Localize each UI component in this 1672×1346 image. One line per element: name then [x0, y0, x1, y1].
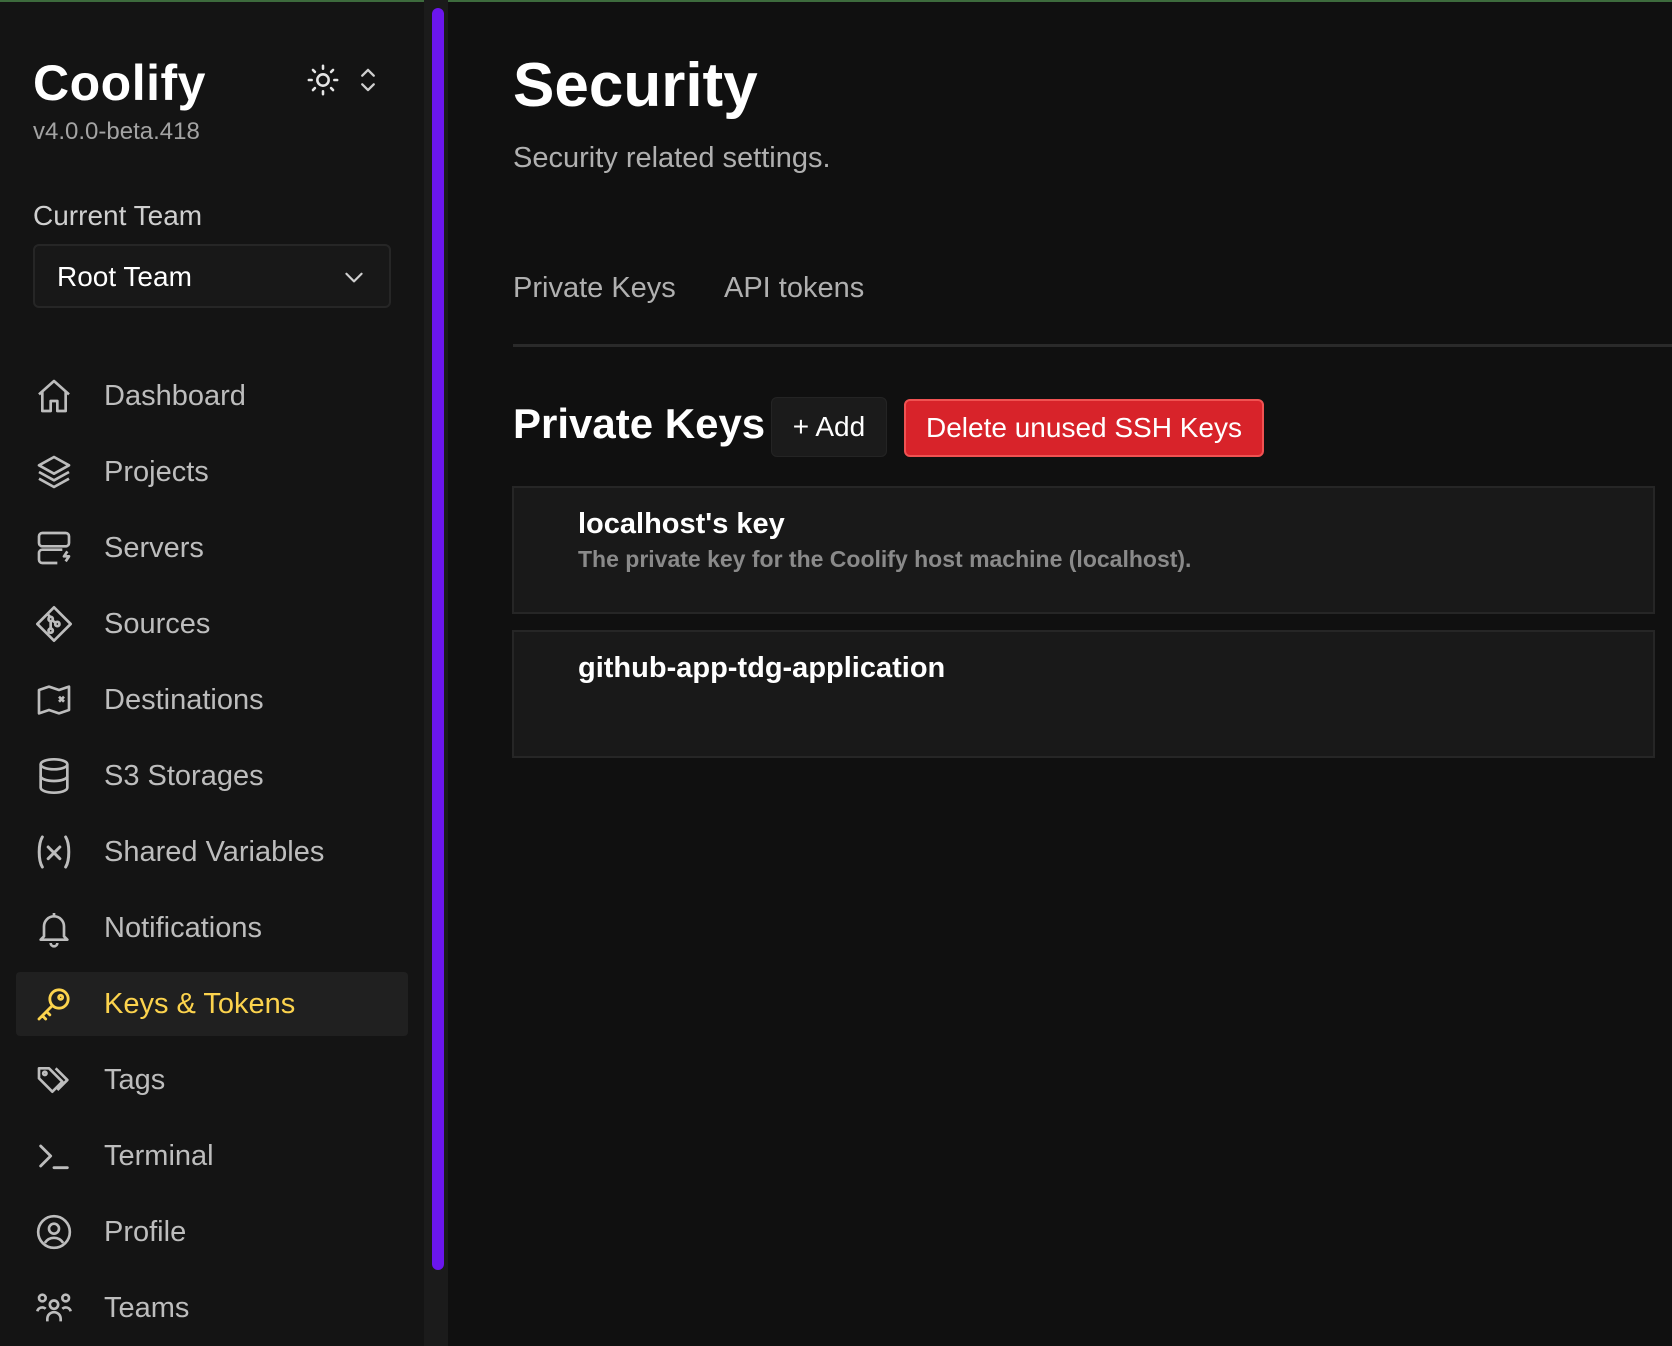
sidebar-scrollbar-thumb[interactable]	[432, 8, 444, 1270]
sidebar-item-terminal[interactable]: Terminal	[16, 1124, 408, 1188]
sidebar-item-servers[interactable]: Servers	[16, 516, 408, 580]
tab-private-keys[interactable]: Private Keys	[513, 272, 676, 305]
sidebar-item-label: Destinations	[104, 684, 264, 716]
home-icon	[34, 376, 74, 416]
team-select[interactable]: Root Team	[33, 244, 391, 308]
section-title: Private Keys	[513, 400, 766, 447]
sidebar-item-label: Profile	[104, 1216, 187, 1248]
bell-icon	[34, 908, 74, 948]
user-circle-icon	[34, 1212, 74, 1252]
tags-icon	[34, 1060, 74, 1100]
sidebar-item-teams[interactable]: Teams	[16, 1276, 408, 1340]
key-name: localhost's key	[578, 508, 785, 540]
delete-button-label: Delete unused SSH Keys	[926, 412, 1242, 443]
sidebar-item-shared-variables[interactable]: Shared Variables	[16, 820, 408, 884]
selector-chevron-icon[interactable]	[356, 65, 380, 95]
variable-icon	[34, 832, 74, 872]
sidebar-item-label: Terminal	[104, 1140, 214, 1172]
page-title: Security	[513, 51, 758, 120]
tabs-divider	[513, 344, 1672, 347]
sidebar-item-label: Sources	[104, 608, 211, 640]
app-version: v4.0.0-beta.418	[33, 118, 200, 145]
sidebar-item-label: Dashboard	[104, 380, 246, 412]
sidebar-item-s3-storages[interactable]: S3 Storages	[16, 744, 408, 808]
sidebar-item-dashboard[interactable]: Dashboard	[16, 364, 408, 428]
sidebar-item-label: Notifications	[104, 912, 262, 944]
layers-icon	[34, 452, 74, 492]
sidebar-item-label: Tags	[104, 1064, 166, 1096]
users-icon	[34, 1288, 74, 1328]
sidebar-item-profile[interactable]: Profile	[16, 1200, 408, 1264]
sidebar-item-destinations[interactable]: Destinations	[16, 668, 408, 732]
sidebar-item-sources[interactable]: Sources	[16, 592, 408, 656]
sidebar-item-label: Teams	[104, 1292, 190, 1324]
add-key-button[interactable]: + Add	[771, 397, 887, 457]
database-icon	[34, 756, 74, 796]
sidebar-item-label: Keys & Tokens	[104, 988, 296, 1020]
map-icon	[34, 680, 74, 720]
key-card[interactable]: github-app-tdg-application	[512, 630, 1655, 758]
git-icon	[34, 604, 74, 644]
server-icon	[34, 528, 74, 568]
key-card[interactable]: localhost's key The private key for the …	[512, 486, 1655, 614]
terminal-icon	[34, 1136, 74, 1176]
sidebar-item-keys-tokens[interactable]: Keys & Tokens	[16, 972, 408, 1036]
key-icon	[34, 984, 74, 1024]
sidebar-item-notifications[interactable]: Notifications	[16, 896, 408, 960]
app-logo[interactable]: Coolify	[33, 54, 206, 112]
key-name: github-app-tdg-application	[578, 652, 946, 684]
delete-unused-ssh-keys-button[interactable]: Delete unused SSH Keys	[904, 399, 1264, 457]
team-select-value: Root Team	[57, 261, 192, 292]
sidebar-item-tags[interactable]: Tags	[16, 1048, 408, 1112]
sidebar-item-projects[interactable]: Projects	[16, 440, 408, 504]
tab-api-tokens[interactable]: API tokens	[724, 272, 864, 305]
sun-icon[interactable]	[303, 60, 343, 100]
page-subtitle: Security related settings.	[513, 142, 831, 174]
add-button-label: + Add	[792, 411, 866, 442]
sidebar: Coolify v4.0.0-beta.418 Current Team Roo…	[0, 2, 424, 1346]
chevron-down-icon	[341, 264, 367, 290]
key-description: The private key for the Coolify host mac…	[578, 546, 1192, 572]
sidebar-item-label: S3 Storages	[104, 760, 264, 792]
sidebar-item-label: Projects	[104, 456, 209, 488]
sidebar-item-label: Shared Variables	[104, 836, 325, 868]
current-team-label: Current Team	[33, 200, 203, 231]
sidebar-item-label: Servers	[104, 532, 204, 564]
